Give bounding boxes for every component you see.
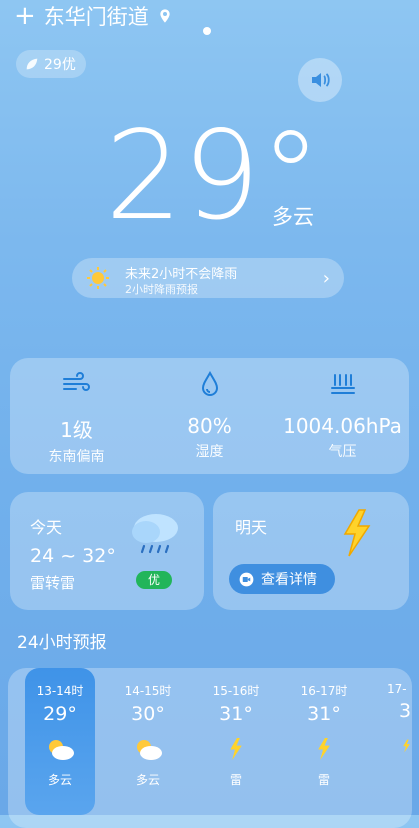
location-pin-icon	[160, 9, 170, 23]
hour-time: 14-15时	[124, 684, 172, 698]
wind-icon	[62, 372, 90, 391]
humidity-value: 80%	[187, 414, 232, 438]
thunder-icon	[403, 739, 410, 753]
humidity-label: 湿度	[195, 444, 224, 460]
rain-forecast-banner[interactable]: 未来2小时不会降雨 2小时降雨预报 ›	[72, 258, 344, 298]
hour-item[interactable]: 13-14时 29° 多云	[25, 668, 95, 815]
voice-broadcast-button[interactable]	[298, 58, 342, 102]
hour-temp: 30°	[131, 703, 165, 725]
sun-icon	[87, 267, 109, 289]
pressure-label: 气压	[328, 444, 357, 460]
aqi-value: 29优	[44, 57, 76, 73]
hour-item[interactable]: 14-15时 30° 多云	[113, 668, 183, 788]
video-icon	[239, 572, 254, 586]
leaf-icon	[26, 58, 38, 70]
add-city-button[interactable]: +	[14, 3, 36, 29]
location-bar[interactable]: + 东华门街道	[14, 2, 173, 30]
rain-subtitle: 2小时降雨预报	[125, 283, 198, 296]
tomorrow-title: 明天	[235, 518, 268, 537]
hourly-forecast-card[interactable]: 13-14时 29° 多云 14-15时 30° 多云 15-16时 31° 雷…	[8, 668, 412, 828]
rain-title: 未来2小时不会降雨	[125, 267, 238, 282]
thunder-icon	[230, 737, 242, 761]
view-details-label: 查看详情	[261, 572, 317, 588]
today-card[interactable]: 今天 24 ~ 32° 雷转雷 优	[10, 492, 204, 610]
pressure-icon	[330, 374, 355, 394]
hour-time: 16-17时	[300, 684, 348, 698]
hour-item[interactable]: 17- 3	[377, 668, 412, 760]
hour-time: 13-14时	[36, 684, 84, 698]
hour-condition: 雷	[317, 773, 330, 787]
hourly-title: 24小时预报	[17, 633, 107, 653]
hour-time: 17-	[387, 682, 407, 696]
hour-condition: 雷	[229, 773, 242, 787]
thunder-rain-cloud-icon	[132, 514, 178, 554]
today-condition: 雷转雷	[30, 574, 76, 592]
hour-temp: 3	[399, 700, 412, 722]
hour-temp: 31°	[219, 703, 253, 725]
hour-temp: 31°	[307, 703, 341, 725]
metric-pressure: 1004.06hPa 气压	[276, 358, 409, 461]
today-title: 今天	[30, 518, 63, 537]
hour-item[interactable]: 16-17时 31° 雷	[289, 668, 359, 788]
hour-temp: 29°	[43, 703, 77, 725]
view-details-button[interactable]: 查看详情	[229, 564, 335, 594]
hour-condition: 多云	[135, 773, 160, 787]
partly-cloudy-icon	[137, 740, 162, 760]
speaker-icon	[312, 73, 330, 87]
wind-direction: 东南偏南	[48, 449, 105, 465]
chevron-right-icon: ›	[322, 268, 330, 289]
humidity-icon	[201, 371, 218, 396]
today-range: 24 ~ 32°	[30, 545, 116, 567]
lightning-icon	[343, 509, 371, 557]
weather-metrics-card: 1级 东南偏南 80% 湿度 1004.06hPa 气压	[10, 358, 409, 474]
thunder-icon	[318, 737, 330, 761]
metric-wind: 1级 东南偏南	[10, 358, 143, 466]
pressure-value: 1004.06hPa	[283, 414, 402, 438]
metric-humidity: 80% 湿度	[143, 358, 276, 461]
hour-condition: 多云	[47, 773, 72, 787]
page-indicator-dot	[203, 27, 211, 35]
hour-time: 15-16时	[212, 684, 260, 698]
current-condition: 多云	[272, 205, 314, 229]
aqi-pill[interactable]: 29优	[16, 50, 86, 78]
tomorrow-card[interactable]: 明天 查看详情	[213, 492, 409, 610]
today-aqi-badge: 优	[136, 571, 172, 589]
location-name[interactable]: 东华门街道	[44, 1, 149, 31]
hour-item[interactable]: 15-16时 31° 雷	[201, 668, 271, 788]
wind-level: 1级	[60, 418, 93, 442]
partly-cloudy-icon	[49, 740, 74, 760]
